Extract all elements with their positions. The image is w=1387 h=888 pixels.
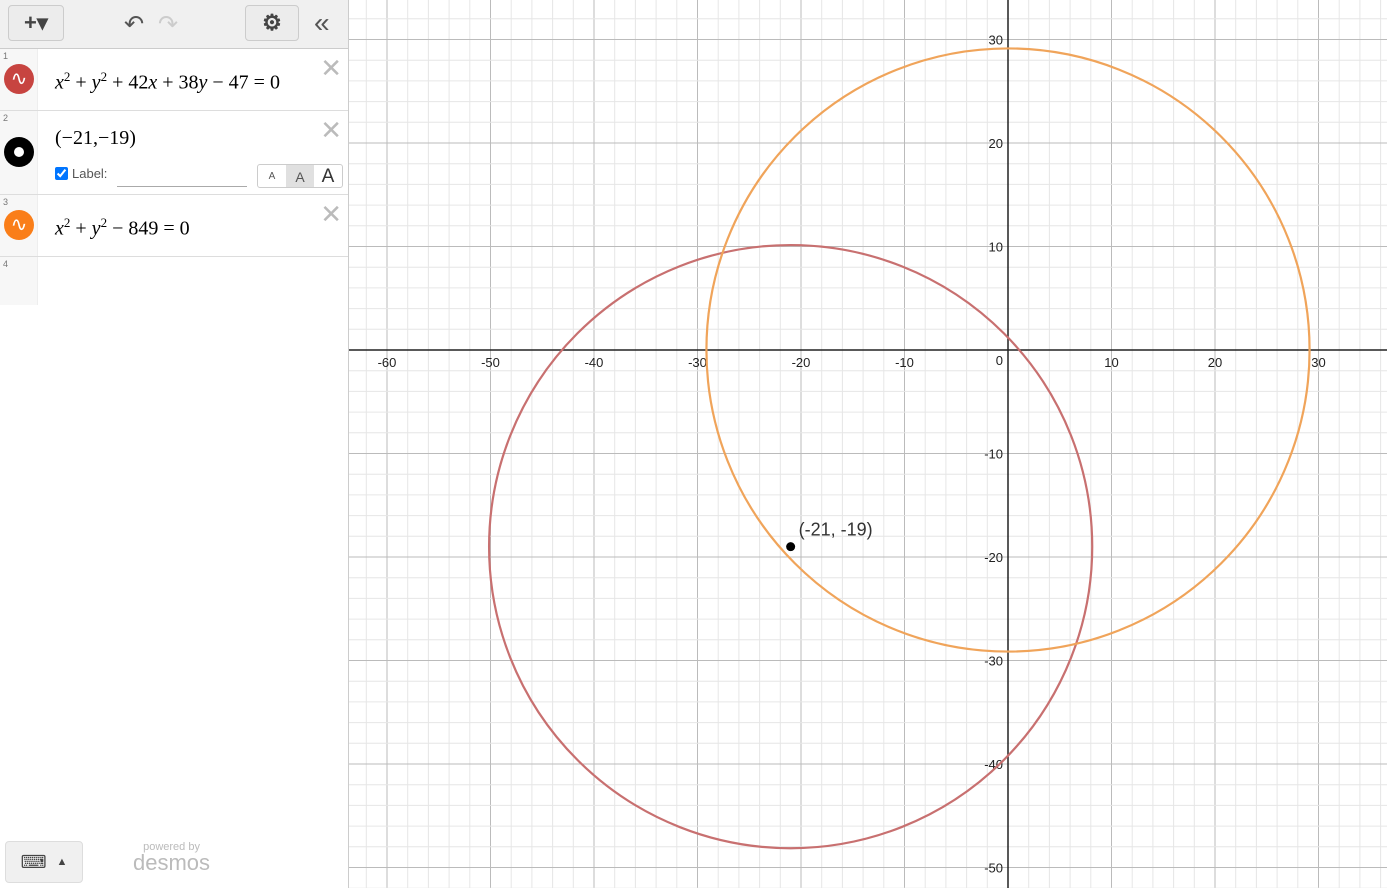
delete-expression-button[interactable]: ✕ [320, 53, 342, 84]
settings-button[interactable]: ⚙ [245, 5, 299, 41]
label-size-group: A A A [257, 164, 343, 188]
expression-number: 1 [3, 51, 9, 61]
y-tick-label: 20 [989, 136, 1003, 151]
keyboard-icon: ⌨ [20, 851, 47, 872]
point-color-icon[interactable] [4, 137, 34, 167]
y-tick-label: 30 [989, 33, 1003, 48]
label-size-large[interactable]: A [314, 165, 342, 187]
delete-expression-button[interactable]: ✕ [320, 115, 342, 146]
collapse-panel-icon[interactable]: « [314, 7, 330, 39]
curve-color-icon[interactable]: ∿ [4, 210, 34, 240]
point-marker [786, 542, 796, 552]
expression-number: 3 [3, 197, 9, 207]
expression-item[interactable]: 3 ∿ x2 + y2 − 849 = 0 ✕ [0, 195, 348, 257]
label-text: Label: [72, 166, 108, 181]
expression-math[interactable]: x2 + y2 − 849 = 0 [55, 215, 190, 241]
keypad-toggle-button[interactable]: ⌨ ▲ [5, 841, 83, 883]
y-tick-label: -20 [984, 550, 1003, 565]
expression-math[interactable]: (−21,−19) [55, 127, 136, 150]
gear-icon: ⚙ [262, 10, 282, 35]
desmos-branding[interactable]: powered by desmos [133, 841, 211, 875]
label-size-small[interactable]: A [258, 165, 286, 187]
point-label: (-21, -19) [799, 520, 873, 540]
label-checkbox[interactable] [55, 167, 68, 180]
expression-gutter: 1 ∿ [0, 49, 38, 110]
x-tick-label: -60 [378, 355, 397, 370]
add-expression-button[interactable]: +▾ [8, 5, 64, 41]
undo-icon[interactable]: ↶ [124, 10, 144, 39]
expression-number: 2 [3, 113, 9, 123]
delete-expression-button[interactable]: ✕ [320, 199, 342, 230]
label-size-medium[interactable]: A [286, 165, 314, 187]
label-toggle[interactable]: Label: [55, 166, 107, 181]
y-tick-label: -30 [984, 654, 1003, 669]
y-tick-label: -10 [984, 447, 1003, 462]
redo-icon[interactable]: ↷ [158, 10, 178, 39]
x-tick-label: -50 [481, 355, 500, 370]
expression-number: 4 [3, 259, 9, 269]
expression-gutter: 3 ∿ [0, 195, 38, 256]
x-tick-label: -20 [792, 355, 811, 370]
expression-math[interactable]: x2 + y2 + 42x + 38y − 47 = 0 [55, 69, 280, 95]
curve-color-icon[interactable]: ∿ [4, 64, 34, 94]
x-tick-label: -40 [585, 355, 604, 370]
x-tick-label: -30 [688, 355, 707, 370]
label-input[interactable] [117, 167, 247, 187]
x-tick-label: 10 [1104, 355, 1118, 370]
desmos-logo: desmos [133, 850, 211, 875]
expression-item[interactable]: 1 ∿ x2 + y2 + 42x + 38y − 47 = 0 ✕ [0, 49, 348, 111]
x-tick-label: 20 [1208, 355, 1222, 370]
triangle-up-icon: ▲ [56, 856, 68, 868]
origin-label: 0 [996, 353, 1003, 368]
x-tick-label: 30 [1311, 355, 1325, 370]
expression-gutter: 2 [0, 111, 38, 194]
toolbar: +▾ ↶ ↷ ⚙ « [0, 0, 348, 49]
y-tick-label: -50 [984, 861, 1003, 876]
expression-panel: +▾ ↶ ↷ ⚙ « 1 ∿ x2 + y2 + 42x + 38y − 47 … [0, 0, 349, 888]
y-tick-label: 10 [989, 240, 1003, 255]
x-tick-label: -10 [895, 355, 914, 370]
expression-item[interactable]: 2 (−21,−19) Label: A A A ✕ [0, 111, 348, 195]
graph-canvas[interactable]: -60 -50 -40 -30 -20 -10 10 20 30 30 20 10 -10 -20 -30 -… [349, 0, 1387, 888]
expression-gutter: 4 [0, 257, 38, 305]
new-expression-item[interactable]: 4 [0, 257, 348, 305]
